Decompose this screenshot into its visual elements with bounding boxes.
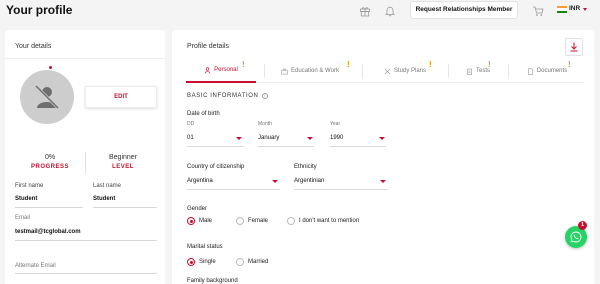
chevron-down-icon[interactable] xyxy=(583,8,587,11)
india-flag-icon xyxy=(557,6,567,13)
request-relationship-member-button[interactable]: Request Relationships Member xyxy=(410,1,518,19)
tab-study-plans[interactable]: Study Plans xyxy=(366,59,444,83)
person-icon xyxy=(204,66,211,74)
field-underline xyxy=(93,207,157,208)
field-underline xyxy=(187,189,280,190)
field-underline xyxy=(187,146,243,147)
download-button[interactable] xyxy=(565,38,583,56)
gender-option-label: Male xyxy=(199,218,213,224)
last-name-field[interactable]: Student xyxy=(93,196,115,202)
gender-no-mention-radio[interactable] xyxy=(287,217,295,225)
warning-icon: ! xyxy=(568,60,571,69)
cart-icon[interactable] xyxy=(532,5,544,17)
field-underline xyxy=(330,146,386,147)
tab-documents[interactable]: Documents xyxy=(512,59,582,83)
section-title: BASIC INFORMATION xyxy=(187,93,259,99)
marital-status-label: Marital status xyxy=(187,244,223,250)
email-field[interactable]: testmail@tcglobal.com xyxy=(15,229,81,235)
briefcase-icon xyxy=(281,68,288,74)
profile-tabs: Personal Education & Work Study Plans Te… xyxy=(186,59,584,83)
field-underline xyxy=(15,273,157,274)
tab-label: Education & Work xyxy=(291,68,339,74)
whatsapp-icon xyxy=(570,231,582,243)
warning-icon: ! xyxy=(242,60,245,69)
edit-photo-button[interactable]: EDIT xyxy=(85,86,157,108)
warning-icon: ! xyxy=(429,60,432,69)
notification-badge: 1 xyxy=(578,221,587,230)
email-label: Email xyxy=(15,215,31,221)
gender-female-radio[interactable] xyxy=(236,217,244,225)
tab-tests[interactable]: Tests xyxy=(452,59,504,83)
profile-details-title: Profile details xyxy=(187,43,230,50)
tab-personal[interactable]: Personal xyxy=(186,59,256,83)
marital-single-radio[interactable] xyxy=(187,258,195,266)
tab-label: Documents xyxy=(536,68,568,74)
chevron-down-icon[interactable] xyxy=(380,180,386,183)
page-title: Your profile xyxy=(6,3,73,17)
divider xyxy=(362,64,363,78)
progress-label: PROGRESS xyxy=(30,164,69,170)
gender-option-label: I don't want to mention xyxy=(299,218,360,224)
bell-icon[interactable] xyxy=(384,5,396,17)
gender-label: Gender xyxy=(187,206,208,212)
chevron-down-icon[interactable] xyxy=(307,137,313,140)
marital-option-label: Single xyxy=(199,259,216,265)
divider xyxy=(85,152,86,174)
user-placeholder-icon xyxy=(34,84,60,110)
ethnicity-select[interactable]: Argentinian xyxy=(294,178,324,184)
year-select[interactable]: 1990 xyxy=(330,135,343,141)
marital-option-label: Married xyxy=(248,259,269,265)
divider xyxy=(508,64,509,78)
avatar[interactable] xyxy=(20,70,74,124)
divider xyxy=(5,58,165,59)
field-underline xyxy=(15,207,83,208)
chevron-down-icon[interactable] xyxy=(236,137,242,140)
chevron-down-icon[interactable] xyxy=(272,180,278,183)
alternate-email-label: Alternate Email xyxy=(15,263,56,269)
clipboard-icon xyxy=(466,68,472,75)
download-icon xyxy=(570,42,578,52)
your-details-title: Your details xyxy=(15,43,52,50)
citizenship-select[interactable]: Argentina xyxy=(187,178,213,184)
tools-icon xyxy=(384,68,391,74)
level-label: LEVEL xyxy=(112,164,134,170)
tab-education-work[interactable]: Education & Work xyxy=(268,59,352,83)
divider xyxy=(264,64,265,78)
first-name-label: First name xyxy=(15,183,44,189)
currency-selector[interactable]: INR xyxy=(569,5,580,12)
field-underline xyxy=(15,240,157,241)
month-label: Month xyxy=(258,121,272,127)
citizenship-label: Country of citizenship xyxy=(187,164,245,170)
chevron-down-icon[interactable] xyxy=(379,137,385,140)
dd-select[interactable]: 01 xyxy=(187,135,194,141)
gift-icon[interactable] xyxy=(359,5,371,17)
field-underline xyxy=(294,189,387,190)
marital-married-radio[interactable] xyxy=(236,258,244,266)
field-underline xyxy=(258,146,314,147)
level-value: Beginner xyxy=(108,154,138,161)
dd-label: DD xyxy=(187,121,195,127)
divider xyxy=(448,64,449,78)
tab-label: Study Plans xyxy=(393,68,427,74)
warning-icon: ! xyxy=(347,60,350,69)
top-header: Your profile Request Relationships Membe… xyxy=(0,0,600,22)
document-icon xyxy=(528,67,533,75)
gender-option-label: Female xyxy=(248,218,269,224)
info-icon[interactable]: i xyxy=(262,93,268,99)
progress-value: 0% xyxy=(44,154,56,161)
tab-label: Personal xyxy=(214,67,238,73)
ethnicity-label: Ethnicity xyxy=(294,164,317,170)
month-select[interactable]: January xyxy=(258,135,279,141)
warning-icon: ! xyxy=(488,60,491,69)
gender-male-radio[interactable] xyxy=(187,217,195,225)
dob-label: Date of birth xyxy=(187,111,220,117)
family-background-label: Family background xyxy=(187,278,238,284)
last-name-label: Last name xyxy=(93,183,122,189)
first-name-field[interactable]: Student xyxy=(15,196,37,202)
status-dot xyxy=(49,66,52,69)
year-label: Year xyxy=(330,121,341,127)
